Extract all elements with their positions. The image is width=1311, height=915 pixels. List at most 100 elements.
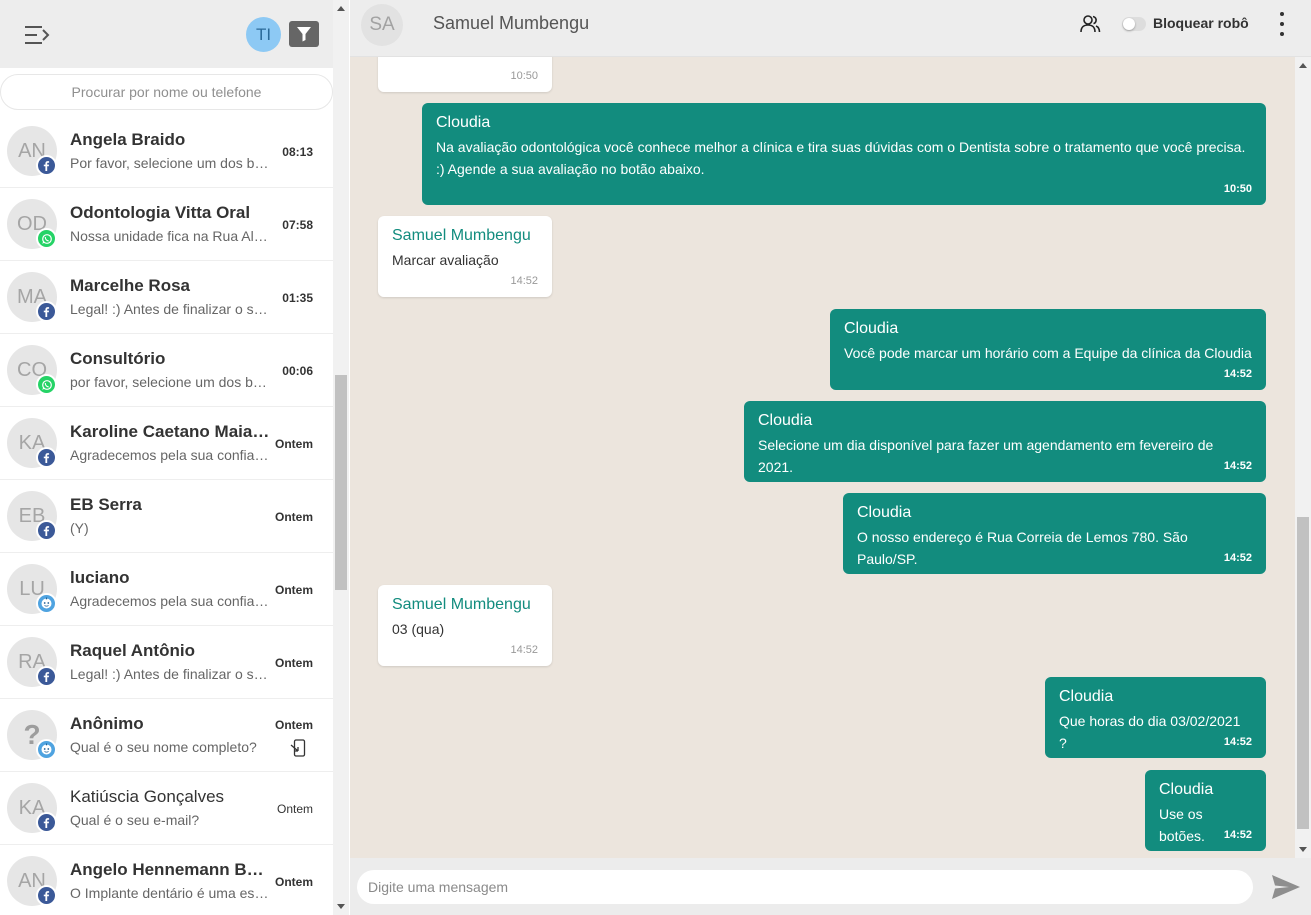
- contact-name: Katiúscia Gonçalves: [70, 787, 225, 806]
- sidebar-header: TI: [0, 0, 333, 68]
- contact-time: Ontem: [274, 875, 313, 889]
- user-avatar[interactable]: TI: [246, 17, 281, 52]
- message-time: 14:52: [1223, 552, 1252, 564]
- message-text: Na avaliação odontológica você conhece m…: [436, 139, 1246, 155]
- scroll-up-arrow-icon[interactable]: [337, 6, 345, 11]
- transfer-device-icon[interactable]: [290, 739, 306, 757]
- contact-last-message: (Y): [70, 520, 89, 536]
- filter-icon: [297, 27, 311, 42]
- message-list: Como funciona10:50 Cloudia Na avaliação od…: [350, 57, 1295, 858]
- contact-last-message: Agradecemos pela sua confiança: [70, 447, 270, 463]
- message-time: 10:50: [1223, 183, 1252, 195]
- message-author: Cloudia: [758, 412, 813, 429]
- message-author: Cloudia: [857, 504, 912, 521]
- outgoing-message: Cloudia Na avaliação odontológica você co…: [422, 103, 1266, 205]
- contact-last-message: O Implante dentário é uma estrutura: [70, 885, 270, 901]
- facebook-icon: [36, 812, 57, 833]
- contact-list: AN Angela Braido Por favor, selecione um d…: [0, 115, 333, 915]
- send-icon[interactable]: [1271, 874, 1301, 900]
- people-icon[interactable]: [1079, 13, 1101, 35]
- chat-scrollbar[interactable]: [1295, 57, 1311, 858]
- message-time: 14:52: [1223, 460, 1252, 472]
- incoming-message: Samuel Mumbengu Marcar avaliação 14:52: [378, 216, 552, 297]
- message-author: Cloudia: [436, 114, 491, 131]
- contact-last-message: Nossa unidade fica na Rua Alvorada: [70, 228, 270, 244]
- whatsapp-icon: [36, 374, 57, 395]
- scroll-down-arrow-icon[interactable]: [1299, 847, 1307, 852]
- contact-time: Ontem: [276, 802, 313, 816]
- contact-item[interactable]: OD Odontologia Vitta Oral Nossa unidade fi…: [0, 188, 333, 261]
- outgoing-message: Cloudia Selecione um dia disponível para …: [744, 401, 1266, 482]
- contact-name: Karoline Caetano Maia Dias: [70, 422, 270, 441]
- message-time: 14:52: [1223, 368, 1252, 380]
- message-time: 10:50: [510, 70, 538, 82]
- contact-last-message: Legal! :) Antes de finalizar o seu agend…: [70, 666, 270, 682]
- scroll-up-arrow-icon[interactable]: [1299, 63, 1307, 68]
- contact-item[interactable]: ANAngelo Hennemann BressanO Implante den…: [0, 845, 333, 915]
- facebook-icon: [36, 666, 57, 687]
- contact-time: Ontem: [274, 510, 313, 524]
- collapse-menu-icon[interactable]: [25, 24, 51, 46]
- message-time: 14:52: [1223, 736, 1252, 748]
- message-text: 03 (qua): [392, 621, 445, 637]
- message-time: 14:52: [510, 644, 538, 656]
- whatsapp-icon: [36, 228, 57, 249]
- contact-item[interactable]: EB EB Serra (Y) Ontem: [0, 480, 333, 553]
- outgoing-message: Cloudia Que horas do dia 03/02/2021 ? 14:5…: [1045, 677, 1266, 758]
- contact-name: Odontologia Vitta Oral: [70, 203, 251, 222]
- contact-name: Marcelhe Rosa: [70, 276, 190, 295]
- app-root: TI ANAngela BraidoPor favor, selecione u…: [0, 0, 1311, 915]
- message-text: Marcar avaliação: [392, 252, 499, 268]
- facebook-icon: [36, 447, 57, 468]
- message-input[interactable]: [357, 870, 1253, 904]
- message-text: Selecione um dia disponível para fazer u…: [758, 437, 1214, 475]
- contact-item[interactable]: CO Consultório por favor, selecione um dos…: [0, 334, 333, 407]
- bot-icon: [36, 593, 57, 614]
- contact-last-message: Qual é o seu e-mail?: [70, 812, 200, 828]
- message-text: O nosso endereço é Rua Correia de Lemos …: [857, 529, 1188, 567]
- contact-item[interactable]: RA Raquel Antônio Legal! :) Antes de final…: [0, 626, 333, 699]
- contact-item[interactable]: KAKaroline Caetano Maia DiasAgradecemos …: [0, 407, 333, 480]
- message-composer: [350, 858, 1311, 915]
- facebook-icon: [36, 520, 57, 541]
- contact-time: Ontem: [274, 583, 313, 597]
- contact-time: 07:58: [282, 218, 313, 232]
- contact-item[interactable]: LU luciano Agradecemos pela sua confiança O…: [0, 553, 333, 626]
- block-bot-toggle[interactable]: [1122, 17, 1146, 31]
- contact-time: 01:35: [282, 291, 313, 305]
- contact-last-message: Agradecemos pela sua confiança: [70, 593, 270, 609]
- contact-name: Raquel Antônio: [70, 641, 195, 660]
- sidebar-scrollbar[interactable]: [333, 0, 349, 915]
- filter-button[interactable]: [289, 21, 319, 47]
- contact-last-message: Qual é o seu nome completo?: [70, 739, 257, 755]
- facebook-icon: [36, 885, 57, 906]
- contacts-sidebar: TI ANAngela BraidoPor favor, selecione u…: [0, 0, 335, 915]
- contact-item[interactable]: MA Marcelhe Rosa Legal! :) Antes de finali…: [0, 261, 333, 334]
- message-author: Cloudia: [844, 320, 899, 337]
- message-author: Cloudia: [1159, 781, 1214, 798]
- message-time: 14:52: [1223, 829, 1252, 841]
- scroll-down-arrow-icon[interactable]: [337, 904, 345, 909]
- contact-last-message: Por favor, selecione um dos botões abaix…: [70, 155, 270, 171]
- contact-last-message: Legal! :) Antes de finalizar o seu agend…: [70, 301, 270, 317]
- contact-time: Ontem: [274, 656, 313, 670]
- message-text: Você pode marcar um horário com a Equipe…: [844, 345, 1252, 361]
- incoming-message: Samuel Mumbengu 03 (qua) 14:52: [378, 585, 552, 666]
- contact-search-input[interactable]: [0, 74, 333, 110]
- message-time: 14:52: [510, 275, 538, 287]
- chat-contact-name: Samuel Mumbengu: [433, 13, 590, 33]
- contact-time: 08:13: [282, 145, 313, 159]
- more-options-icon[interactable]: [1278, 12, 1286, 36]
- contact-item[interactable]: KA Katiúscia Gonçalves Qual é o seu e-mail…: [0, 772, 333, 845]
- sidebar-scroll-thumb[interactable]: [335, 375, 347, 590]
- outgoing-message: Cloudia O nosso endereço é Rua Correia de…: [843, 493, 1266, 574]
- chat-header: SA Samuel Mumbengu Bloquear robô: [350, 0, 1311, 57]
- contact-item[interactable]: ? Anônimo Qual é o seu nome completo? Ontem: [0, 699, 333, 772]
- chat-scroll-thumb[interactable]: [1297, 517, 1309, 829]
- contact-avatar[interactable]: SA: [361, 4, 403, 46]
- contact-name: Angelo Hennemann Bressan: [70, 860, 270, 879]
- contact-name: Anônimo: [70, 714, 144, 733]
- toggle-knob: [1123, 18, 1135, 30]
- message-author: Cloudia: [1059, 688, 1114, 705]
- contact-item[interactable]: AN Angela Braido Por favor, selecione um d…: [0, 115, 333, 188]
